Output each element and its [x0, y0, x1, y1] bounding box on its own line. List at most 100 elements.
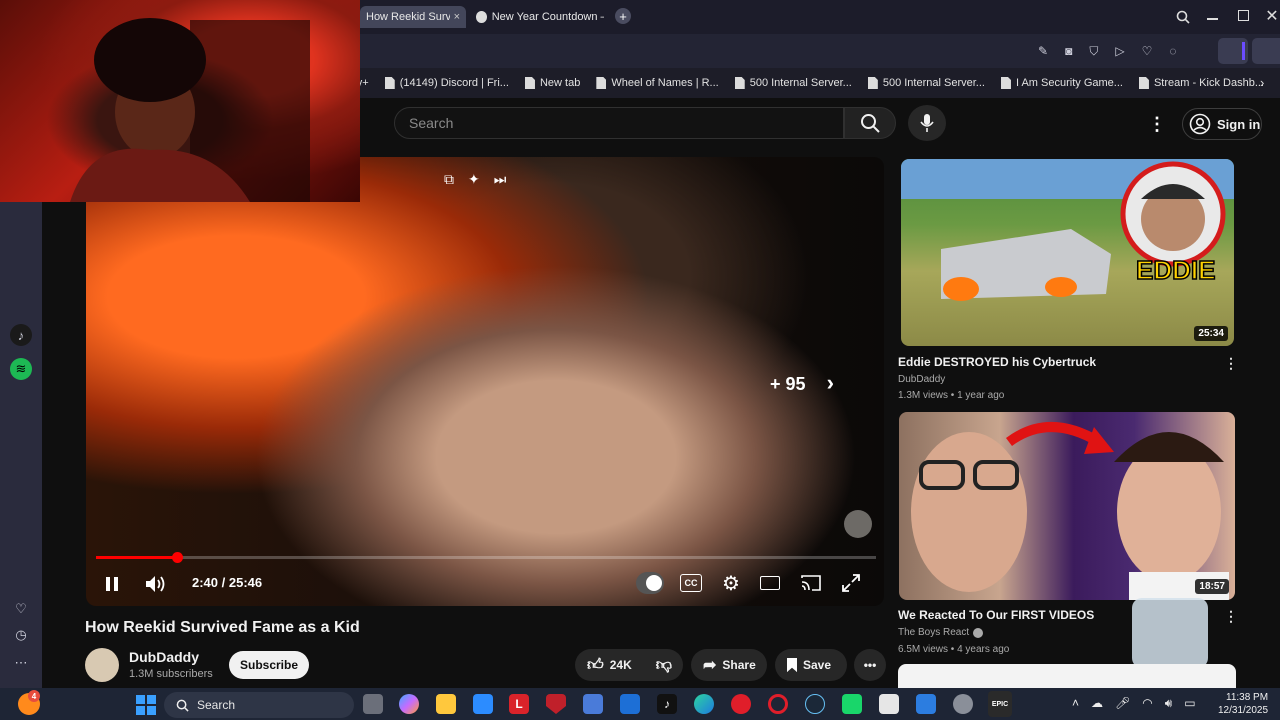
edge-icon[interactable] — [694, 694, 714, 714]
skip-icon[interactable]: ⏭ — [494, 171, 507, 188]
share-button[interactable]: ➦ Share — [691, 649, 767, 681]
save-label: Save — [803, 658, 832, 672]
thumbs-up-icon[interactable]: 👍︎ — [587, 656, 604, 675]
wifi-icon[interactable]: ◠ — [1142, 696, 1152, 711]
recommendation-title[interactable]: We Reacted To Our FIRST VIDEOS — [898, 608, 1094, 622]
microphone-icon[interactable]: 🎤︎ — [1115, 696, 1130, 711]
sign-in-button[interactable]: Sign in — [1182, 108, 1262, 140]
autoplay-toggle[interactable] — [636, 572, 664, 594]
miniplayer-icon[interactable]: ⧉ — [444, 171, 454, 188]
bookmark-item[interactable]: 500 Internal Server... — [734, 77, 852, 89]
tiktok-icon[interactable]: ♪ — [10, 324, 32, 346]
endscreen-next[interactable]: + 95 › — [770, 370, 834, 396]
steam-icon[interactable] — [805, 694, 825, 714]
epic-games-icon[interactable]: EPIC — [988, 691, 1012, 717]
channel-name[interactable]: DubDaddy — [129, 649, 199, 665]
more-actions-button[interactable]: ••• — [854, 649, 886, 681]
save-button[interactable]: Save — [775, 649, 847, 681]
chevron-right-icon[interactable]: › — [1260, 75, 1264, 90]
search-placeholder: Search — [409, 115, 454, 131]
close-window-icon[interactable]: ✕ — [1264, 6, 1280, 26]
recommendation-channel[interactable]: DubDaddy — [898, 374, 945, 385]
bookmark-item[interactable]: Stream - Kick Dashb... — [1138, 77, 1264, 89]
spotify-icon[interactable]: ≋ — [10, 358, 32, 380]
heart-icon[interactable]: ♡ — [10, 598, 32, 620]
task-view-icon[interactable] — [363, 694, 383, 714]
ai-assistant-icon[interactable] — [1252, 38, 1280, 64]
recommendation-title[interactable]: Eddie DESTROYED his Cybertruck — [898, 355, 1096, 369]
bookmark-item[interactable]: New tab — [524, 77, 580, 89]
page-icon — [867, 77, 878, 89]
cast-button[interactable] — [800, 572, 822, 594]
lastpass-icon[interactable]: L — [509, 694, 529, 714]
search-tabs-icon[interactable] — [1174, 8, 1192, 26]
taskbar-search[interactable]: Search — [164, 692, 354, 718]
camera-icon[interactable]: ◙ — [1065, 44, 1072, 59]
bookmark-item[interactable]: 500 Internal Server... — [867, 77, 985, 89]
heart-icon[interactable]: ♡ — [1142, 44, 1153, 59]
edit-icon[interactable]: ✎ — [1038, 44, 1048, 59]
new-tab-button[interactable]: + — [615, 8, 631, 24]
sign-in-label: Sign in — [1217, 116, 1261, 132]
thumbs-down-icon[interactable]: 👎︎ — [656, 656, 672, 675]
settings-button[interactable]: ⚙ — [720, 572, 742, 595]
recommendation-thumbnail-partial[interactable] — [898, 664, 1236, 688]
shield-icon[interactable]: ⛉ — [1089, 44, 1098, 59]
bookmark-item[interactable]: I Am Security Game... — [1000, 77, 1123, 89]
microphone-icon — [920, 114, 934, 132]
cloud-icon[interactable]: ☁ — [1091, 696, 1103, 711]
copilot-icon[interactable] — [399, 694, 419, 714]
recommendation-thumbnail[interactable]: 18:57 — [899, 412, 1235, 600]
lightbulb-icon[interactable]: ◌ — [1169, 44, 1176, 59]
opera-icon[interactable] — [768, 694, 788, 714]
more-vertical-icon[interactable]: ⋮ — [1224, 608, 1238, 625]
pause-button[interactable] — [101, 573, 123, 595]
app-icon[interactable] — [916, 694, 936, 714]
search-input[interactable]: Search — [394, 107, 844, 139]
volume-button[interactable] — [144, 573, 168, 595]
video-player[interactable] — [86, 157, 884, 606]
tab-active[interactable]: How Reekid Survi × — [360, 6, 466, 28]
more-vertical-icon[interactable]: ⋮ — [1224, 355, 1238, 372]
settings-menu-icon[interactable]: ⋮ — [1148, 112, 1166, 136]
store-icon[interactable] — [473, 694, 493, 714]
history-icon[interactable]: ◷ — [10, 624, 32, 646]
page-icon — [596, 77, 607, 89]
restore-icon[interactable] — [1238, 10, 1249, 21]
close-tab-icon[interactable]: × — [454, 11, 460, 23]
tiktok-icon[interactable]: ♪ — [657, 694, 677, 714]
taskbar-clock[interactable]: 11:38 PM 12/31/2025 — [1218, 691, 1268, 717]
app-icon[interactable] — [583, 694, 603, 714]
minimize-icon[interactable] — [1207, 18, 1218, 20]
windows-start-icon[interactable] — [136, 695, 156, 715]
fullscreen-button[interactable] — [840, 572, 862, 594]
recommendation-thumbnail[interactable]: EDDIE 25:34 — [901, 159, 1234, 346]
opera-gx-icon[interactable] — [731, 694, 751, 714]
recommendation-channel-row: The Boys React — [898, 627, 984, 638]
recommendation-channel[interactable]: The Boys React — [898, 627, 969, 638]
channel-avatar[interactable] — [85, 648, 119, 682]
outlook-icon[interactable] — [620, 694, 640, 714]
voice-search-button[interactable] — [908, 105, 946, 141]
captions-button[interactable]: CC — [680, 574, 702, 592]
search-button[interactable] — [844, 107, 896, 139]
progress-bar[interactable] — [96, 556, 876, 559]
sparkle-icon[interactable]: ✦ — [468, 171, 480, 188]
settings-app-icon[interactable] — [953, 694, 973, 714]
tab-new-year[interactable]: New Year Countdown – C — [470, 6, 610, 28]
channel-watermark[interactable] — [844, 510, 872, 538]
bookmark-item[interactable]: Wheel of Names | R... — [596, 77, 719, 89]
bookmark-item[interactable]: (14149) Discord | Fri... — [384, 77, 509, 89]
file-explorer-icon[interactable] — [436, 694, 456, 714]
chevron-up-icon[interactable]: ˄ — [1072, 696, 1079, 711]
speaker-icon[interactable]: 🔊︎ — [1165, 696, 1173, 711]
play-icon[interactable]: ▷ — [1115, 44, 1124, 59]
more-icon[interactable]: ⋯ — [10, 652, 32, 674]
subscribe-button[interactable]: Subscribe — [229, 651, 309, 679]
battery-icon[interactable]: ▭ — [1184, 696, 1195, 711]
subscriber-count: 1.3M subscribers — [129, 668, 213, 680]
progress-scrubber[interactable] — [172, 552, 183, 563]
theater-mode-button[interactable] — [760, 576, 780, 590]
green-app-icon[interactable] — [842, 694, 862, 714]
app-icon[interactable] — [879, 694, 899, 714]
